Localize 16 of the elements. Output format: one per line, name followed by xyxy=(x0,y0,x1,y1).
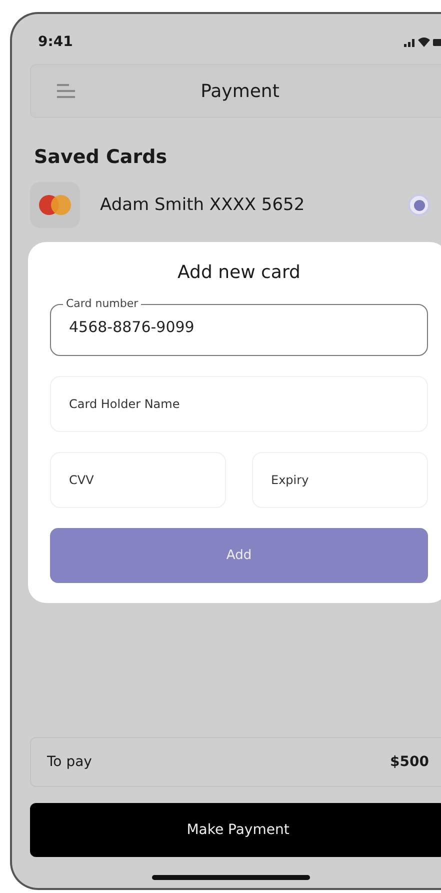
screen-title: Payment xyxy=(200,80,280,102)
make-payment-button[interactable]: Make Payment xyxy=(30,803,441,857)
cvv-field[interactable]: CVV xyxy=(50,452,226,508)
panel-title: Add new card xyxy=(176,262,302,283)
radio-button[interactable] xyxy=(408,194,430,216)
saved-card-label[interactable]: Adam Smith XXXX 5652 xyxy=(100,195,408,215)
total-label: To pay xyxy=(47,754,92,770)
menu-icon[interactable] xyxy=(57,83,75,99)
card-holder-field[interactable]: Card Holder Name xyxy=(50,376,428,432)
status-time: 9:41 xyxy=(38,34,73,50)
card-number-field[interactable]: Card number 4568-8876-9099 xyxy=(50,297,428,356)
card-logo-icon xyxy=(30,182,80,228)
section-heading: Saved Cards xyxy=(34,146,168,168)
expiry-field[interactable]: Expiry xyxy=(252,452,428,508)
total-amount: $500 xyxy=(390,754,429,770)
status-icons xyxy=(404,36,441,48)
